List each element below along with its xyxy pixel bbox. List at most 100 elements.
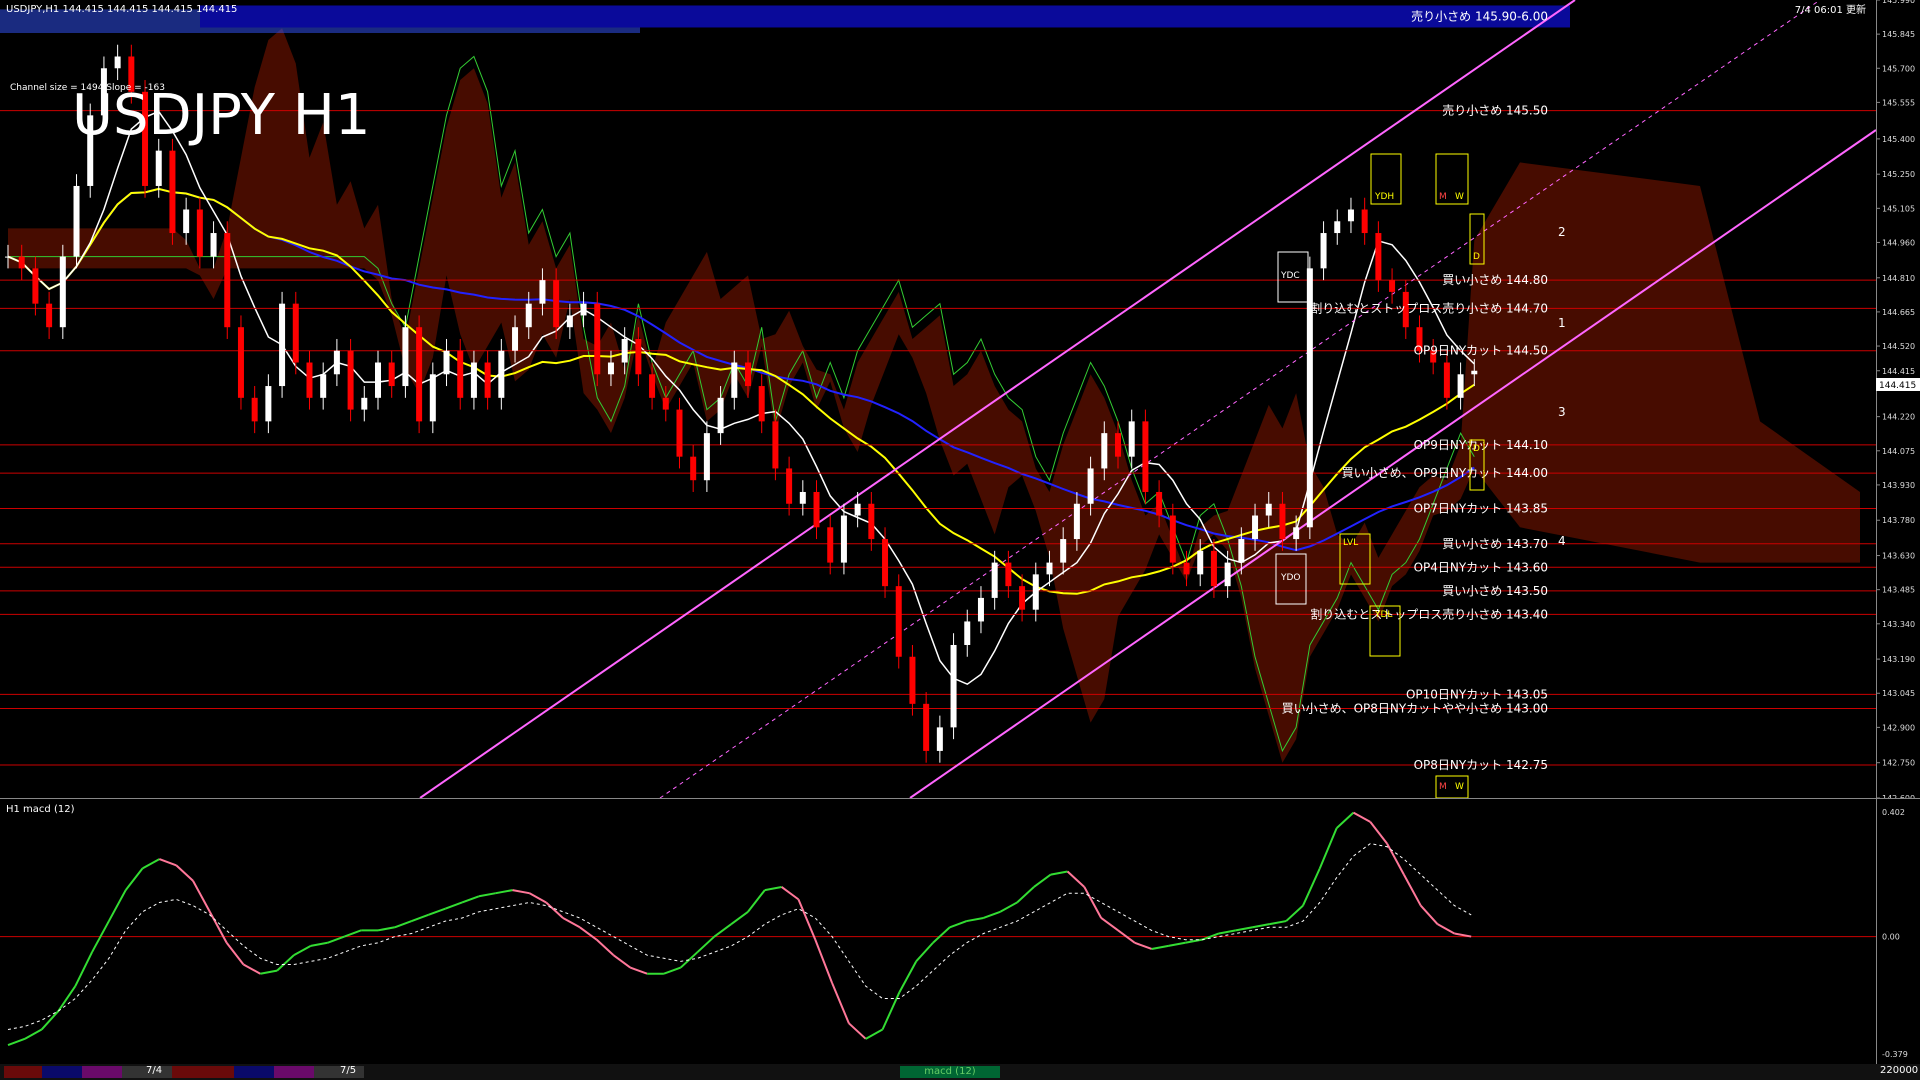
volume-label: 220000 [1880,1065,1919,1076]
session-seg [42,1066,82,1078]
session-seg [274,1066,314,1078]
candle-body [1197,550,1204,575]
candle-body [895,586,902,657]
candle-body [525,303,532,328]
macd-tick-label: 0.00 [1882,933,1900,942]
datetime-label: 7/4 06:01 更新 [1795,3,1866,16]
candle-body [292,303,299,363]
candle-body [183,209,190,234]
candle-body [1265,503,1272,516]
m-label-bottom: M [1439,782,1447,792]
candle-body [46,303,53,328]
candle-body [1361,209,1368,234]
candle-body [1046,562,1053,575]
candle-body [1115,433,1121,457]
price-tick-label: 144.075 [1882,447,1915,456]
date-label-1: 7/4 [146,1065,163,1076]
candle-body [1471,370,1478,375]
candle-body [443,350,450,375]
candle-body [32,268,39,304]
candle-body [950,644,957,728]
level-label: OP4日NYカット 143.60 [1414,560,1548,574]
candle-body [923,703,930,751]
candle-body [114,56,121,69]
price-tick-label: 145.105 [1882,204,1915,213]
level-band [200,5,1570,28]
candle-body [237,327,244,398]
candle-body [333,350,340,375]
price-tick-label: 144.665 [1882,308,1915,317]
candle-body [388,362,395,387]
price-tick-label: 144.520 [1882,342,1915,351]
candle-body [621,338,628,363]
macd-title: H1 macd (12) [6,804,75,815]
candle-body [1101,433,1108,469]
candle-body [251,397,258,422]
session-seg [82,1066,122,1078]
candle-body [1060,539,1067,563]
candle-body [635,338,642,375]
candle-body [1320,233,1327,269]
candle-body [580,303,587,316]
price-tick-label: 143.780 [1882,516,1915,525]
session-seg [4,1066,42,1078]
price-tick-label: 145.250 [1882,170,1915,179]
d-label-mid: D [1473,444,1480,454]
d-label-top: D [1473,252,1480,262]
candle-body [1156,491,1163,516]
macd-chart[interactable]: H1 macd (12) 0.402 0.00 -0.379 [0,798,1920,1064]
price-tick-label: 143.930 [1882,481,1915,490]
candle-body [786,468,793,504]
candle-body [1457,374,1464,398]
candle-body [155,150,162,186]
bottom-bar: 7/4 7/5 macd (12) 220000 [0,1064,1920,1080]
level-label: OP9日NYカット 144.50 [1414,344,1548,358]
level-label: 割り込むとストップロス売り小さめ 143.40 [1310,606,1548,621]
candle-body [594,303,601,375]
candle-body [840,515,847,563]
price-tick-label: 144.810 [1882,274,1915,283]
macd-tab[interactable]: macd (12) [900,1066,1000,1078]
price-tick-label: 145.700 [1882,64,1915,73]
candle-body [1142,421,1149,492]
candle-body [457,350,464,398]
price-tick-label: 144.415 [1882,367,1915,376]
candle-body [484,362,491,398]
candle-body [498,350,505,398]
candle-body [566,315,573,328]
candle-body [1375,233,1382,281]
candle-body [758,386,765,422]
macd-tick-label: -0.379 [1882,1050,1908,1059]
candle-body [1389,280,1396,292]
level-label: OP10日NYカット 143.05 [1406,687,1548,701]
candle-body [402,327,409,387]
level-label: 売り小さめ 145.90-6.00 [1411,8,1548,23]
candle-body [813,491,820,528]
candle-body [59,256,66,328]
price-tick-label: 145.845 [1882,30,1915,39]
ydh-label: YDH [1374,192,1394,202]
session-seg [172,1066,234,1078]
candle-body [1238,539,1245,563]
candle-body [169,150,176,234]
wave-3: 3 [1558,405,1566,419]
candle-body [1019,586,1026,610]
level-label: 買い小さめ、OP8日NYカットやや小さめ 143.00 [1282,702,1548,716]
candle-body [539,280,546,304]
price-tick-label: 142.900 [1882,723,1915,732]
candle-body [1334,221,1341,234]
candle-body [224,233,231,328]
candle-body [662,397,669,410]
candle-body [320,374,327,398]
m-label-top: M [1439,192,1447,202]
ydc-label: YDC [1280,271,1300,281]
wave-2: 2 [1558,225,1566,239]
w-label-bottom: W [1455,782,1464,792]
current-price-label: 144.415 [1879,381,1916,391]
level-label: 買い小さめ 143.50 [1442,584,1548,598]
price-chart[interactable]: 売り小さめ 145.90-6.00 売り小さめ 145.50 買い小さめ 144.8… [0,0,1920,798]
candle-body [306,362,313,398]
candle-body [1128,421,1135,457]
price-tick-label: 143.190 [1882,655,1915,664]
candle-body [964,621,971,645]
